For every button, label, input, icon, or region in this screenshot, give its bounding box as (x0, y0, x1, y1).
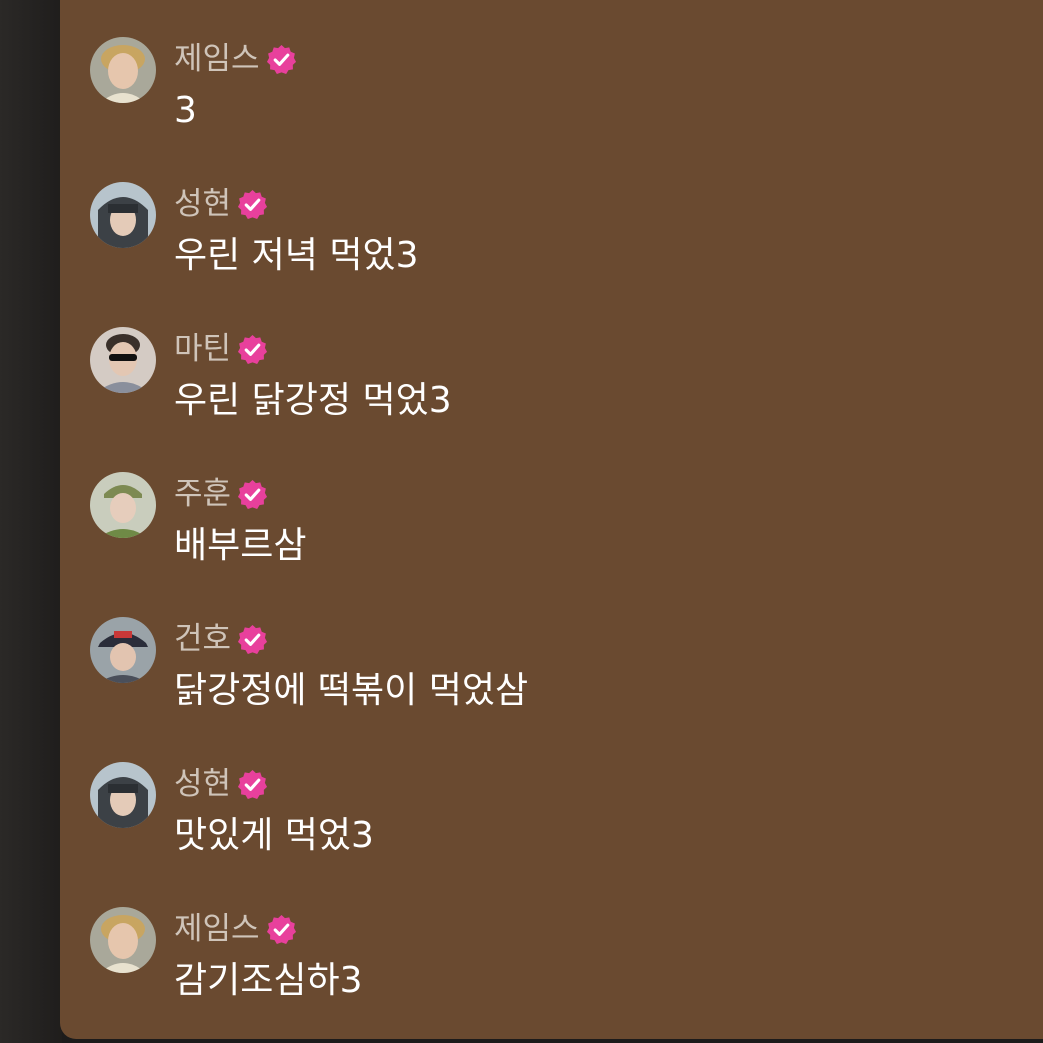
message-text: 3 (174, 90, 197, 131)
chat-message: 성현 우린 저녁 먹었3 (90, 182, 1020, 306)
avatar[interactable] (90, 327, 156, 393)
message-text: 닭강정에 떡볶이 먹었삼 (174, 670, 529, 711)
verified-badge-icon (266, 914, 296, 944)
avatar[interactable] (90, 907, 156, 973)
chat-message: 건호 닭강정에 떡볶이 먹었삼 (90, 617, 1020, 741)
avatar[interactable] (90, 182, 156, 248)
verified-badge-icon (238, 479, 268, 509)
chat-message: 제임스 3 (90, 37, 1020, 161)
author-name[interactable]: 제임스 (174, 909, 260, 949)
avatar[interactable] (90, 617, 156, 683)
author-name[interactable]: 제임스 (174, 39, 260, 79)
message-text: 우린 저녁 먹었3 (174, 235, 419, 276)
chat-message: 주훈 배부르삼 (90, 472, 1020, 596)
message-text: 배부르삼 (174, 525, 307, 566)
chat-message: 성현 맛있게 먹었3 (90, 762, 1020, 886)
message-text: 감기조심하3 (174, 960, 363, 1001)
verified-badge-icon (238, 624, 268, 654)
verified-badge-icon (238, 189, 268, 219)
verified-badge-icon (238, 769, 268, 799)
left-edge-strip (0, 0, 62, 1043)
author-name[interactable]: 마틴 (174, 329, 231, 369)
author-name[interactable]: 건호 (174, 619, 231, 659)
avatar[interactable] (90, 37, 156, 103)
verified-badge-icon (238, 334, 268, 364)
message-text: 우린 닭강정 먹었3 (174, 380, 452, 421)
verified-badge-icon (266, 44, 296, 74)
message-text: 맛있게 먹었3 (174, 815, 374, 856)
author-name[interactable]: 성현 (174, 764, 231, 804)
avatar[interactable] (90, 472, 156, 538)
chat-message: 마틴 우린 닭강정 먹었3 (90, 327, 1020, 451)
author-name[interactable]: 성현 (174, 184, 231, 224)
avatar[interactable] (90, 762, 156, 828)
author-name[interactable]: 주훈 (174, 474, 231, 514)
chat-message: 제임스 감기조심하3 (90, 907, 1020, 1031)
